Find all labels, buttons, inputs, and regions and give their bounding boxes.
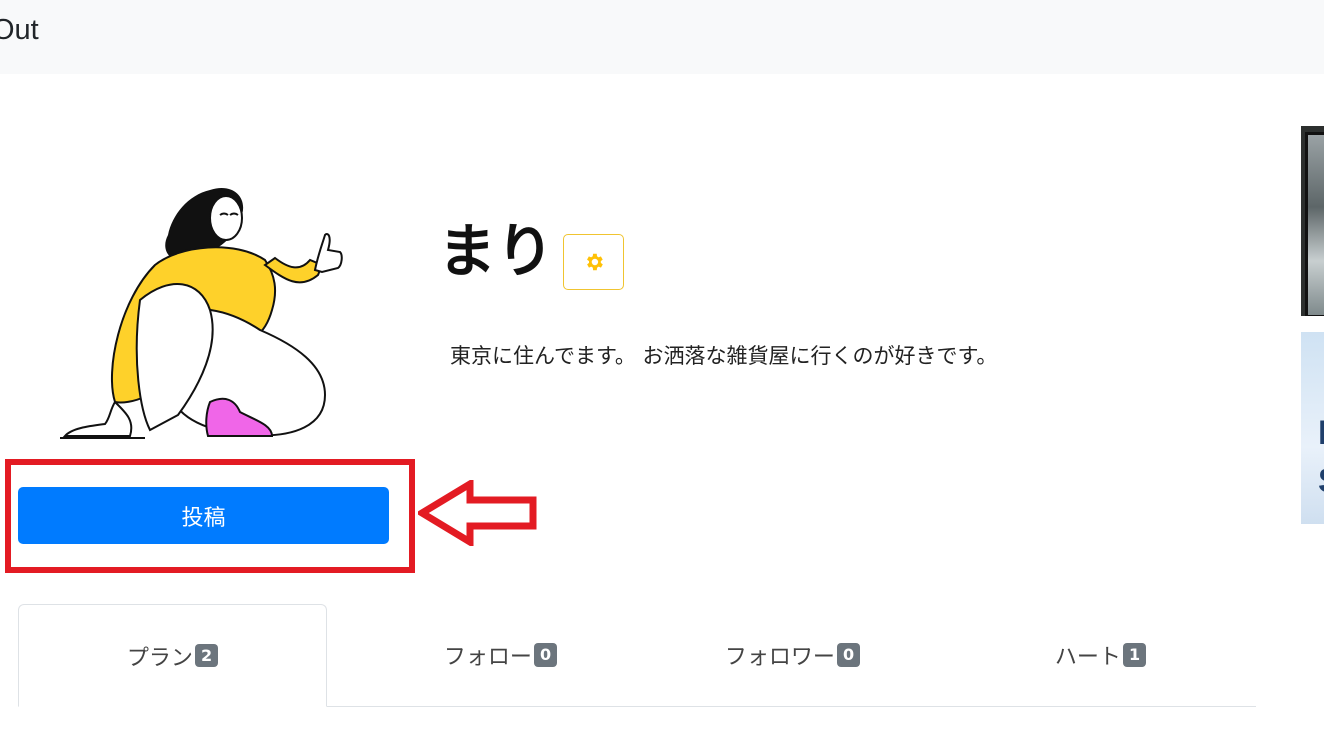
tab-label: フォロワー	[724, 645, 835, 670]
navbar: Out	[0, 0, 1324, 74]
navbar-logout-link[interactable]: Out	[0, 14, 39, 47]
annotation-highlight-box	[5, 459, 415, 573]
side-thumbnail-image[interactable]: I S	[1301, 332, 1324, 524]
arrow-left-icon	[418, 480, 537, 546]
tab-following[interactable]: フォロー 0	[346, 604, 655, 706]
tab-followers[interactable]: フォロワー 0	[638, 604, 947, 706]
count-badge: 2	[194, 643, 219, 668]
profile-settings-button[interactable]	[563, 234, 624, 290]
profile-name: まり	[438, 217, 555, 285]
gear-icon	[586, 253, 603, 271]
tab-label: プラン	[126, 645, 193, 671]
count-badge: 0	[836, 643, 861, 667]
side-thumbnail-image[interactable]	[1301, 126, 1324, 316]
profile-tabs: プラン 2 フォロー 0 フォロワー 0 ハート 1	[18, 604, 1256, 707]
tab-label: フォロー	[443, 645, 532, 670]
side-image-letter: I	[1318, 414, 1324, 452]
tab-label: ハート	[1054, 645, 1121, 670]
side-image-letter: S	[1318, 462, 1324, 501]
profile-avatar-illustration	[60, 188, 343, 439]
count-badge: 1	[1122, 643, 1147, 667]
profile-bio: 東京に住んでます。 お洒落な雑貨屋に行くのが好きです。	[450, 344, 998, 368]
count-badge: 0	[533, 643, 558, 667]
tab-hearts[interactable]: ハート 1	[946, 604, 1255, 706]
tab-plans[interactable]: プラン 2	[18, 604, 327, 707]
